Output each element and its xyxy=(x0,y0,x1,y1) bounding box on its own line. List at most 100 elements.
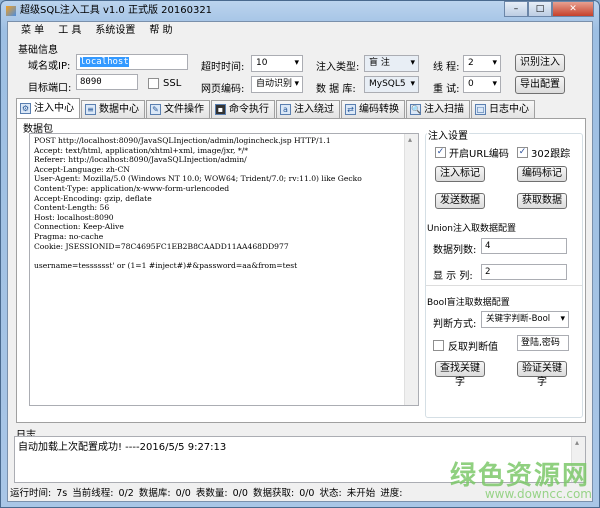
bypass-icon: a xyxy=(280,104,291,115)
url-encode-label: 开启URL编码 xyxy=(449,149,509,160)
menu-item-menu[interactable]: 菜 单 xyxy=(14,22,51,39)
union-cols-input[interactable]: 4 xyxy=(481,238,567,254)
tab-bypass[interactable]: a 注入绕过 xyxy=(276,100,340,118)
db-count-value: 0/0 xyxy=(175,488,191,499)
tab-label: 数据中心 xyxy=(99,103,139,115)
domain-label: 域名或IP: xyxy=(28,61,71,72)
threads-select[interactable]: 2 xyxy=(463,55,501,72)
bool-label: Bool盲注取数据配置 xyxy=(427,298,510,308)
port-input[interactable]: 8090 xyxy=(76,74,138,90)
state-value: 未开始 xyxy=(346,488,376,499)
menu-item-settings[interactable]: 系统设置 xyxy=(88,22,142,39)
state-label: 状态: xyxy=(319,488,342,499)
tab-label: 文件操作 xyxy=(164,103,204,115)
invert-label: 反取判断值 xyxy=(448,342,498,353)
menu-item-help[interactable]: 帮 助 xyxy=(142,22,179,39)
maximize-button[interactable]: □ xyxy=(528,1,552,17)
window-controls: – □ ✕ xyxy=(504,1,594,17)
domain-input[interactable]: localhost xyxy=(76,54,188,70)
tab-command[interactable]: ▪ 命令执行 xyxy=(211,100,275,118)
union-label: Union注入取数据配置 xyxy=(427,224,517,234)
thread-label: 当前线程: xyxy=(72,488,114,499)
ssl-checkbox[interactable]: SSL xyxy=(148,78,181,89)
table-count-value: 0/0 xyxy=(232,488,248,499)
client-area: 菜 单 工 具 系统设置 帮 助 基础信息 域名或IP: localhost 目… xyxy=(7,21,593,502)
progress-label: 进度: xyxy=(380,488,403,499)
tab-label: 注入扫描 xyxy=(424,103,464,115)
inject-type-select[interactable]: 盲 注 xyxy=(364,55,419,72)
union-show-input[interactable]: 2 xyxy=(481,264,567,280)
tab-log-center[interactable]: □ 日志中心 xyxy=(471,100,535,118)
data-fetch-label: 数据获取: xyxy=(252,488,295,499)
bool-method-label: 判断方式: xyxy=(433,319,477,330)
runtime-label: 运行时间: xyxy=(10,488,52,499)
retry-select[interactable]: 0 xyxy=(463,76,501,93)
port-label: 目标端口: xyxy=(28,83,72,94)
divider xyxy=(426,285,582,286)
menu-bar: 菜 单 工 具 系统设置 帮 助 xyxy=(8,22,592,39)
packet-scrollbar[interactable] xyxy=(404,134,418,405)
encoding-select[interactable]: 自动识别 xyxy=(251,76,303,93)
encode-mark-button[interactable]: 编码标记 xyxy=(517,166,567,182)
threads-label: 线 程: xyxy=(433,62,460,73)
db-select[interactable]: MySQL5 xyxy=(364,76,419,93)
db-count-label: 数据库: xyxy=(138,488,171,499)
invert-checkbox[interactable]: 反取判断值 xyxy=(433,338,498,353)
find-keyword-button[interactable]: 查找关键字 xyxy=(435,361,485,388)
log-content: 自动加载上次配置成功! ----2016/5/5 9:27:13 xyxy=(18,442,227,453)
tab-data-center[interactable]: ≡ 数据中心 xyxy=(81,100,145,118)
thread-value: 0/2 xyxy=(118,488,134,499)
tab-label: 注入绕过 xyxy=(294,103,334,115)
tab-encode[interactable]: ⇄ 编码转换 xyxy=(341,100,405,118)
file-edit-icon: ✎ xyxy=(150,104,161,115)
identify-injection-button[interactable]: 识别注入 xyxy=(515,54,565,72)
checkmark-icon: ✓ xyxy=(517,147,528,158)
ssl-label: SSL xyxy=(163,78,182,89)
inject-center-panel: 数据包 POST http://localhost:8090/JavaSQLIn… xyxy=(16,118,586,423)
inject-mark-button[interactable]: 注入标记 xyxy=(435,166,485,182)
terminal-icon: ▪ xyxy=(215,104,226,115)
book-icon: □ xyxy=(475,104,486,115)
packet-content: POST http://localhost:8090/JavaSQLInject… xyxy=(34,136,362,270)
settings-label: 注入设置 xyxy=(427,127,469,142)
packet-textarea[interactable]: POST http://localhost:8090/JavaSQLInject… xyxy=(29,133,419,406)
tab-inject-center[interactable]: ⚙ 注入中心 xyxy=(16,98,80,118)
checkbox-icon xyxy=(433,340,444,351)
export-config-button[interactable]: 导出配置 xyxy=(515,76,565,94)
convert-icon: ⇄ xyxy=(345,104,356,115)
gear-icon: ⚙ xyxy=(20,103,31,114)
union-show-label: 显 示 列: xyxy=(433,271,473,282)
watermark-url: www.downcc.com xyxy=(484,487,592,501)
encoding-label: 网页编码: xyxy=(201,84,245,95)
close-button[interactable]: ✕ xyxy=(552,1,594,17)
scan-icon: 🔍 xyxy=(410,104,421,115)
checkmark-icon: ✓ xyxy=(435,147,446,158)
tab-label: 注入中心 xyxy=(34,102,74,114)
runtime-value: 7s xyxy=(56,488,68,499)
minimize-button[interactable]: – xyxy=(504,1,528,17)
bool-method-select[interactable]: 关键字判断-Bool xyxy=(481,311,569,328)
redirect-label: 302跟踪 xyxy=(531,149,571,160)
send-data-button[interactable]: 发送数据 xyxy=(435,193,485,209)
retry-label: 重 试: xyxy=(433,84,460,95)
verify-keyword-button[interactable]: 验证关键字 xyxy=(517,361,567,388)
timeout-select[interactable]: 10 xyxy=(251,55,303,72)
union-cols-label: 数据列数: xyxy=(433,245,477,256)
tab-label: 编码转换 xyxy=(359,103,399,115)
fetch-data-button[interactable]: 获取数据 xyxy=(517,193,567,209)
window-title: 超级SQL注入工具 v1.0 正式版 20160321 xyxy=(20,5,213,16)
tab-scan[interactable]: 🔍 注入扫描 xyxy=(406,100,470,118)
app-icon xyxy=(6,6,16,16)
table-count-label: 表数量: xyxy=(195,488,228,499)
keyword-input[interactable]: 登陆,密码 xyxy=(517,335,569,351)
menu-item-tools[interactable]: 工 具 xyxy=(51,22,88,39)
inject-type-label: 注入类型: xyxy=(316,62,360,73)
database-icon: ≡ xyxy=(85,104,96,115)
redirect-checkbox[interactable]: ✓ 302跟踪 xyxy=(517,145,570,160)
tab-file-ops[interactable]: ✎ 文件操作 xyxy=(146,100,210,118)
url-encode-checkbox[interactable]: ✓ 开启URL编码 xyxy=(435,145,509,160)
tab-label: 日志中心 xyxy=(489,103,529,115)
ssl-check-icon xyxy=(148,78,159,89)
timeout-label: 超时时间: xyxy=(201,62,245,73)
tab-bar: ⚙ 注入中心 ≡ 数据中心 ✎ 文件操作 ▪ 命令执行 a 注入绕过 ⇄ 编码转换 🔍 注入扫… xyxy=(16,98,536,118)
